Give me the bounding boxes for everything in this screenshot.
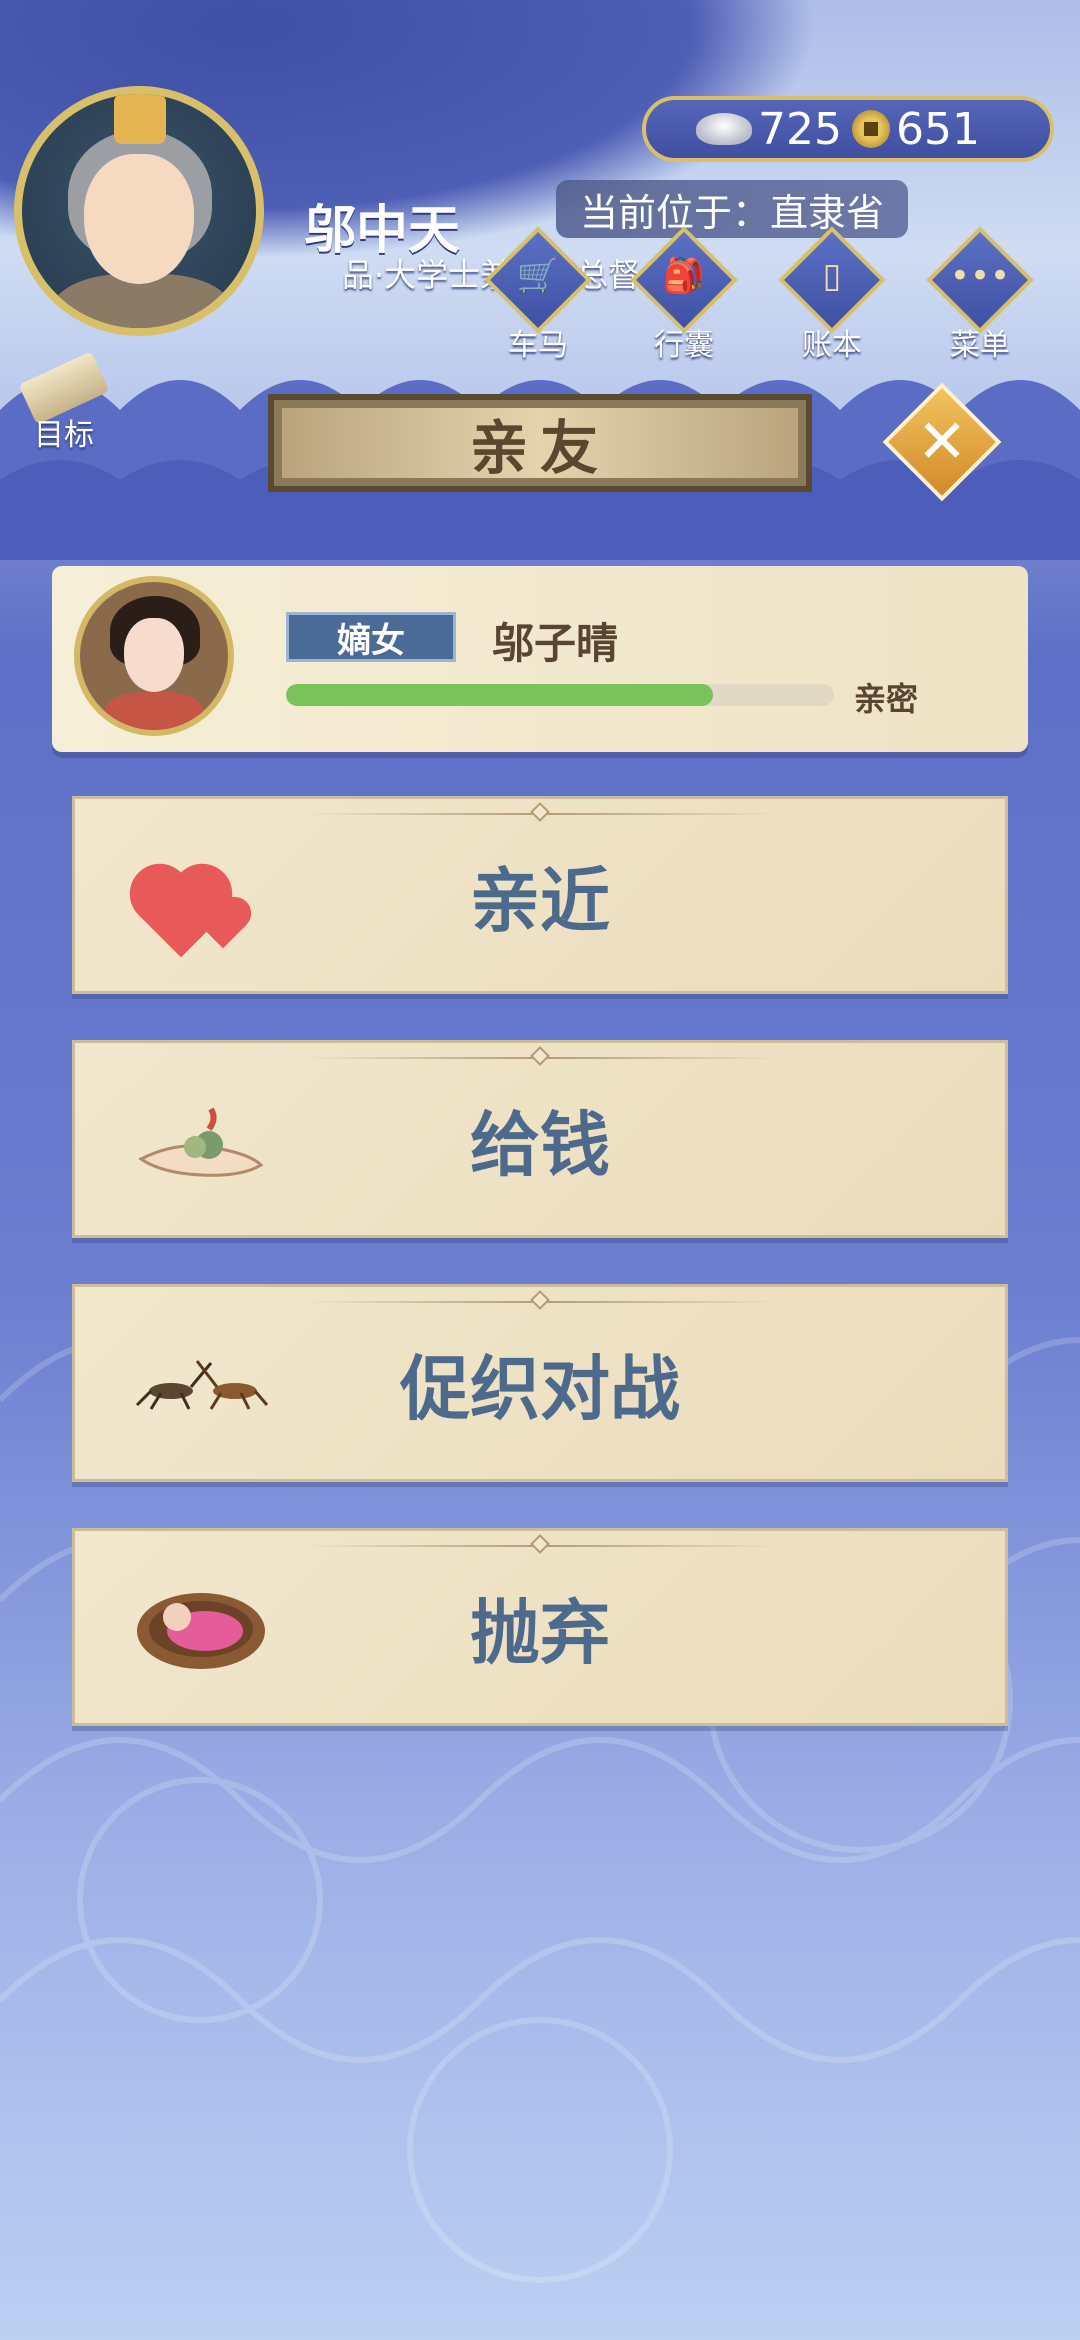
nav-bag-button[interactable]: 🎒 行囊	[624, 226, 738, 363]
bag-glyph: 🎒	[662, 256, 706, 296]
action-abandon-button[interactable]: 抛弃	[72, 1528, 1008, 1726]
target-button[interactable]: 目标	[14, 351, 124, 453]
action-label: 抛弃	[470, 1591, 610, 1674]
relation-label: 亲密	[854, 680, 919, 718]
page-title: 亲友	[469, 414, 610, 482]
person-face	[124, 618, 184, 692]
action-label: 亲近	[470, 859, 610, 942]
copper-amount: 651	[895, 103, 980, 155]
nav-menu-button[interactable]: ••• 菜单	[920, 226, 1034, 363]
nav-carriage-button[interactable]: 🛒 车马	[478, 226, 592, 363]
action-give-money-button[interactable]: 给钱	[72, 1040, 1008, 1238]
avatar-face	[84, 154, 194, 284]
silver-amount: 725	[758, 103, 842, 155]
relation-bar-fill	[286, 684, 714, 706]
role-badge: 嫡女	[286, 612, 456, 662]
action-cricket-fight-button[interactable]: 促织对战	[72, 1284, 1008, 1482]
player-avatar[interactable]	[14, 86, 264, 336]
person-dress	[104, 692, 204, 730]
target-label: 目标	[34, 418, 94, 453]
currency-bar: 725 651	[642, 96, 1054, 162]
silver-ingot-icon	[696, 113, 752, 145]
person-card: 嫡女 邬子晴 亲密	[52, 566, 1028, 752]
nav-ledger-button[interactable]: ▯ 账本	[772, 226, 886, 363]
copper-coin-icon	[851, 110, 890, 148]
ledger-glyph: ▯	[822, 256, 842, 296]
nav-bag-label: 行囊	[654, 328, 714, 363]
action-label: 给钱	[470, 1103, 610, 1186]
close-icon: ✕	[916, 407, 968, 477]
nav-ledger-label: 账本	[802, 328, 862, 363]
relation-bar	[286, 684, 834, 706]
person-name: 邬子晴	[492, 619, 619, 668]
nav-carriage-label: 车马	[508, 328, 568, 363]
menu-glyph: •••	[949, 256, 1011, 296]
action-label: 促织对战	[400, 1347, 680, 1430]
person-avatar	[74, 576, 234, 736]
location-label: 当前位于：直隶省	[556, 180, 908, 238]
carriage-glyph: 🛒	[516, 256, 560, 296]
action-approach-button[interactable]: 亲近	[72, 796, 1008, 994]
avatar-hat	[114, 94, 166, 144]
nav-menu-label: 菜单	[950, 328, 1010, 363]
title-banner: 亲友	[268, 394, 812, 492]
